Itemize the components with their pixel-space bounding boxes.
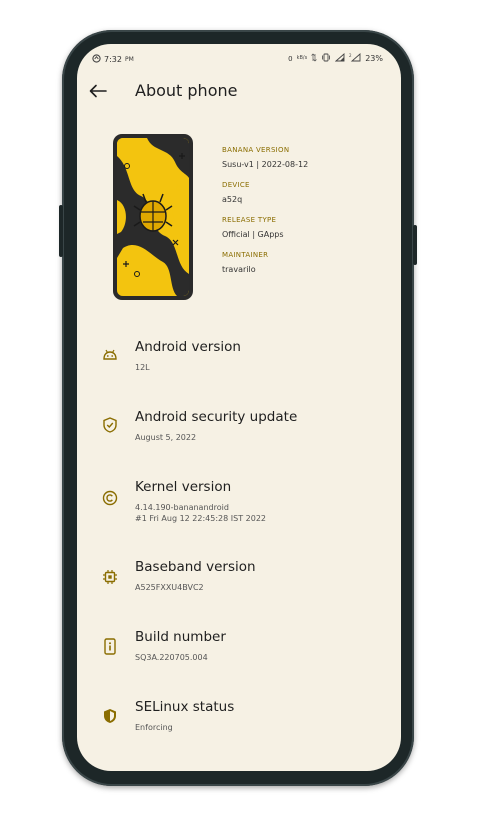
signal-icon-2: 2 (349, 53, 361, 64)
shield-check-icon (101, 416, 119, 434)
phone-screen: 7:32 PM 0 kB/s 2 23% About phone BANANA … (77, 44, 401, 771)
info-device: DEVICE a52q (222, 181, 308, 205)
info-label: BANANA VERSION (222, 146, 290, 154)
setting-security-update[interactable]: Android security update August 5, 2022 (77, 404, 401, 464)
info-value: a52q (222, 195, 243, 204)
info-value: Official | GApps (222, 230, 284, 239)
data-arrows-icon (311, 53, 317, 64)
page-title: About phone (135, 81, 238, 100)
copyright-icon (101, 489, 119, 507)
setting-baseband-version[interactable]: Baseband version A525FXXU4BVC2 (77, 554, 401, 614)
net-speed-unit: kB/s (296, 55, 308, 61)
setting-title: Android version (135, 339, 241, 355)
setting-subtitle: Enforcing (135, 723, 173, 732)
chip-icon (101, 568, 119, 586)
setting-subtitle: 4.14.190-bananandroid #1 Fri Aug 12 22:4… (135, 503, 266, 523)
setting-title: SELinux status (135, 699, 235, 715)
app-bar: About phone (77, 78, 401, 118)
device-illustration (113, 134, 193, 300)
setting-subtitle: 12L (135, 363, 150, 372)
info-banana-version: BANANA VERSION Susu-v1 | 2022-08-12 (222, 146, 308, 170)
net-speed-value: 0 (288, 54, 293, 63)
setting-subtitle: A525FXXU4BVC2 (135, 583, 204, 592)
status-time: 7:32 (104, 55, 122, 64)
arrow-back-icon (89, 84, 107, 98)
setting-title: Kernel version (135, 479, 232, 495)
info-release-type: RELEASE TYPE Official | GApps (222, 216, 308, 240)
info-label: MAINTAINER (222, 251, 269, 259)
vibrate-icon (321, 53, 331, 64)
setting-build-number[interactable]: Build number SQ3A.220705.004 (77, 624, 401, 684)
signal-icon (335, 53, 345, 64)
status-time-suffix: PM (124, 56, 134, 63)
notification-icon (92, 54, 101, 65)
setting-title: Android security update (135, 409, 298, 425)
setting-kernel-version[interactable]: Kernel version 4.14.190-bananandroid #1 … (77, 474, 401, 544)
battery-percent: 23% (365, 54, 383, 63)
setting-selinux-status[interactable]: SELinux status Enforcing (77, 694, 401, 754)
info-maintainer: MAINTAINER travarilo (222, 251, 308, 275)
setting-subtitle: August 5, 2022 (135, 433, 197, 442)
setting-android-version[interactable]: Android version 12L (77, 334, 401, 394)
status-bar: 7:32 PM 0 kB/s 2 23% (77, 44, 401, 72)
setting-title: Build number (135, 629, 226, 645)
android-icon (101, 346, 119, 364)
security-shield-icon (101, 707, 119, 725)
info-box-icon (101, 637, 119, 655)
info-value: Susu-v1 | 2022-08-12 (222, 160, 309, 169)
info-value: travarilo (222, 265, 256, 274)
setting-subtitle: SQ3A.220705.004 (135, 653, 208, 662)
volume-button (59, 205, 63, 257)
info-label: DEVICE (222, 181, 250, 189)
device-info: BANANA VERSION Susu-v1 | 2022-08-12 DEVI… (222, 146, 308, 286)
power-button (413, 225, 417, 265)
info-label: RELEASE TYPE (222, 216, 277, 224)
back-button[interactable] (85, 78, 111, 104)
setting-title: Baseband version (135, 559, 256, 575)
svg-text:2: 2 (349, 53, 352, 58)
